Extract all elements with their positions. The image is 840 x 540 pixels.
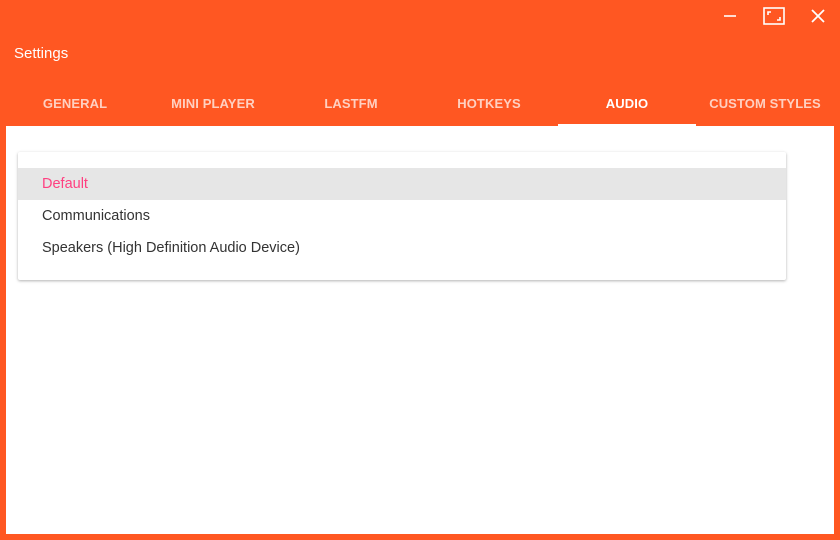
restore-icon — [763, 7, 785, 25]
tab-general[interactable]: GENERAL — [6, 80, 144, 126]
minimize-icon — [723, 9, 737, 23]
tab-mini-player[interactable]: MINI PLAYER — [144, 80, 282, 126]
audio-settings-panel: Default Communications Speakers (High De… — [6, 126, 834, 534]
window-controls — [708, 0, 840, 32]
window-title: Settings — [14, 45, 69, 62]
tab-lastfm[interactable]: LASTFM — [282, 80, 420, 126]
close-button[interactable] — [796, 0, 840, 32]
settings-tabs: GENERAL MINI PLAYER LASTFM HOTKEYS AUDIO… — [6, 80, 834, 126]
audio-device-speakers[interactable]: Speakers (High Definition Audio Device) — [18, 232, 786, 264]
tab-audio[interactable]: AUDIO — [558, 80, 696, 126]
tab-custom-styles[interactable]: CUSTOM STYLES — [696, 80, 834, 126]
restore-button[interactable] — [752, 0, 796, 32]
tab-hotkeys[interactable]: HOTKEYS — [420, 80, 558, 126]
audio-device-communications[interactable]: Communications — [18, 200, 786, 232]
audio-device-list: Default Communications Speakers (High De… — [18, 152, 786, 280]
settings-window: Settings GENERAL MINI PLAYER LASTFM HOTK… — [0, 0, 840, 540]
audio-device-default[interactable]: Default — [18, 168, 786, 200]
minimize-button[interactable] — [708, 0, 752, 32]
close-icon — [811, 9, 825, 23]
